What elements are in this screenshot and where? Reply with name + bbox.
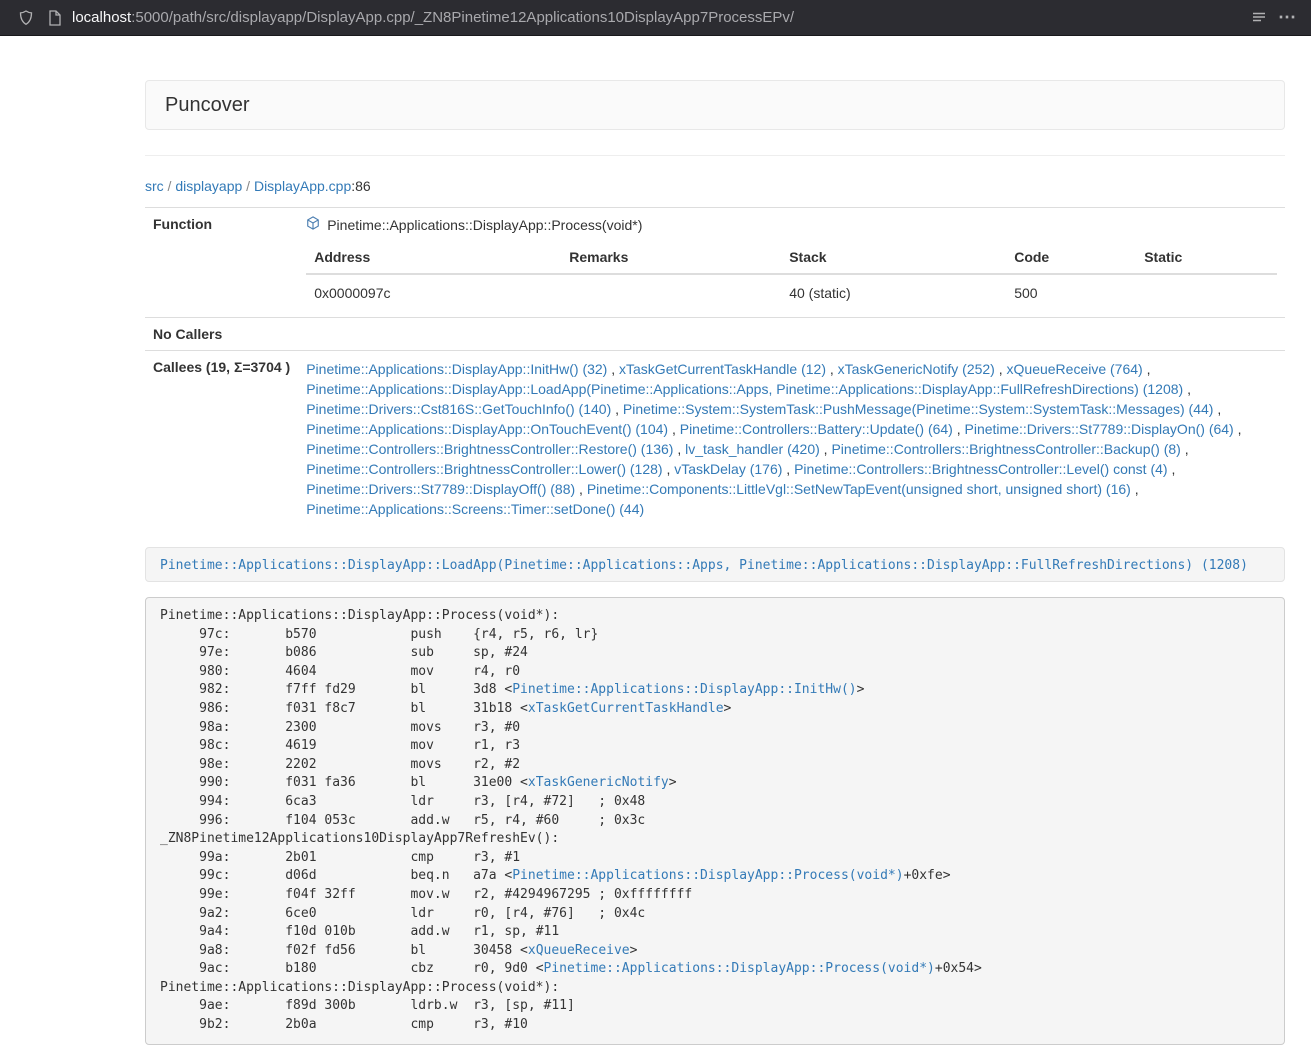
breadcrumb-link[interactable]: src [145, 178, 164, 194]
url-bar[interactable]: localhost:5000/path/src/displayapp/Displ… [72, 9, 1233, 26]
callees-row: Callees (19, Σ=3704 ) Pinetime::Applicat… [145, 351, 1285, 528]
disassembly-code-block: Pinetime::Applications::DisplayApp::Proc… [145, 597, 1285, 1045]
callee-link[interactable]: Pinetime::Applications::DisplayApp::Init… [306, 361, 607, 377]
function-row-value: Pinetime::Applications::DisplayApp::Proc… [298, 208, 1285, 318]
stats-value-row: 0x0000097c 40 (static) 500 [306, 274, 1277, 309]
column-header-static: Static [1136, 241, 1277, 274]
no-callers-label: No Callers [145, 318, 298, 351]
no-callers-row: No Callers [145, 318, 1285, 351]
stat-static [1136, 274, 1277, 309]
page-actions-menu-icon[interactable]: ⋯ [1273, 4, 1301, 32]
callee-link[interactable]: Pinetime::Applications::Screens::Timer::… [306, 501, 644, 517]
function-cube-icon [306, 216, 320, 233]
callee-link[interactable]: Pinetime::Controllers::Battery::Update()… [680, 421, 953, 437]
symbol-well: Pinetime::Applications::DisplayApp::Load… [145, 547, 1285, 582]
function-row: Function Pinetime::Applications::Display… [145, 208, 1285, 318]
callee-link[interactable]: xTaskGenericNotify (252) [838, 361, 995, 377]
callee-link[interactable]: Pinetime::Drivers::Cst816S::GetTouchInfo… [306, 401, 611, 417]
function-row-label: Function [145, 208, 298, 318]
app-header-panel: Puncover [145, 80, 1285, 130]
column-header-address: Address [306, 241, 561, 274]
callees-cell: Pinetime::Applications::DisplayApp::Init… [298, 351, 1285, 528]
code-symbol-link[interactable]: Pinetime::Applications::DisplayApp::Proc… [544, 961, 935, 976]
no-callers-value [298, 318, 1285, 351]
url-path: :5000/path/src/displayapp/DisplayApp.cpp… [131, 9, 794, 26]
callee-link[interactable]: vTaskDelay (176) [674, 461, 782, 477]
breadcrumb-line-number: :86 [351, 178, 370, 194]
code-symbol-link[interactable]: xQueueReceive [528, 943, 630, 958]
code-symbol-link[interactable]: Pinetime::Applications::DisplayApp::Init… [512, 682, 856, 697]
breadcrumb-separator: / [242, 178, 254, 194]
column-header-stack: Stack [781, 241, 1006, 274]
function-name: Pinetime::Applications::DisplayApp::Proc… [327, 217, 642, 233]
content-container: Puncover src / displayapp / DisplayApp.c… [145, 36, 1285, 1045]
callee-link[interactable]: Pinetime::Controllers::BrightnessControl… [831, 441, 1180, 457]
column-header-code: Code [1006, 241, 1136, 274]
callees-label: Callees (19, Σ=3704 ) [145, 351, 298, 528]
code-symbol-link[interactable]: Pinetime::Applications::DisplayApp::Proc… [512, 868, 903, 883]
stat-code: 500 [1006, 274, 1136, 309]
breadcrumb-separator: / [164, 178, 176, 194]
callee-link[interactable]: Pinetime::Drivers::St7789::DisplayOn() (… [965, 421, 1234, 437]
stat-remarks [561, 274, 781, 309]
callee-link[interactable]: Pinetime::Applications::DisplayApp::Load… [306, 381, 1183, 397]
callee-link[interactable]: Pinetime::Drivers::St7789::DisplayOff() … [306, 481, 575, 497]
browser-toolbar: localhost:5000/path/src/displayapp/Displ… [0, 0, 1311, 36]
callee-link[interactable]: xQueueReceive (764) [1007, 361, 1143, 377]
code-symbol-link[interactable]: xTaskGenericNotify [528, 775, 669, 790]
callee-link[interactable]: Pinetime::Controllers::BrightnessControl… [306, 441, 673, 457]
callee-link[interactable]: xTaskGetCurrentTaskHandle (12) [619, 361, 826, 377]
stats-header-row: Address Remarks Stack Code Static [306, 241, 1277, 274]
callee-link[interactable]: Pinetime::Components::LittleVgl::SetNewT… [587, 481, 1131, 497]
breadcrumb-link[interactable]: displayapp [175, 178, 242, 194]
breadcrumb-link[interactable]: DisplayApp.cpp [254, 178, 351, 194]
function-detail-table: Function Pinetime::Applications::Display… [145, 207, 1285, 527]
stat-address: 0x0000097c [306, 274, 561, 309]
page-info-icon[interactable] [40, 4, 68, 32]
url-host: localhost [72, 9, 131, 26]
stat-stack: 40 (static) [781, 274, 1006, 309]
reader-view-icon[interactable] [1245, 4, 1273, 32]
callee-link[interactable]: Pinetime::System::SystemTask::PushMessag… [623, 401, 1214, 417]
callee-link[interactable]: lv_task_handler (420) [685, 441, 820, 457]
callee-link[interactable]: Pinetime::Controllers::BrightnessControl… [794, 461, 1167, 477]
function-signature-line: Pinetime::Applications::DisplayApp::Proc… [306, 216, 1277, 233]
divider [145, 155, 1285, 156]
column-header-remarks: Remarks [561, 241, 781, 274]
callee-link[interactable]: Pinetime::Controllers::BrightnessControl… [306, 461, 662, 477]
main-content: Puncover src / displayapp / DisplayApp.c… [0, 36, 1311, 1045]
callee-link[interactable]: Pinetime::Applications::DisplayApp::OnTo… [306, 421, 668, 437]
function-stats-table: Address Remarks Stack Code Static 0x0000… [306, 241, 1277, 309]
breadcrumb: src / displayapp / DisplayApp.cpp:86 [145, 178, 1285, 194]
shield-icon[interactable] [12, 4, 40, 32]
symbol-link[interactable]: Pinetime::Applications::DisplayApp::Load… [160, 558, 1248, 573]
code-symbol-link[interactable]: xTaskGetCurrentTaskHandle [528, 701, 724, 716]
app-title[interactable]: Puncover [165, 94, 250, 117]
